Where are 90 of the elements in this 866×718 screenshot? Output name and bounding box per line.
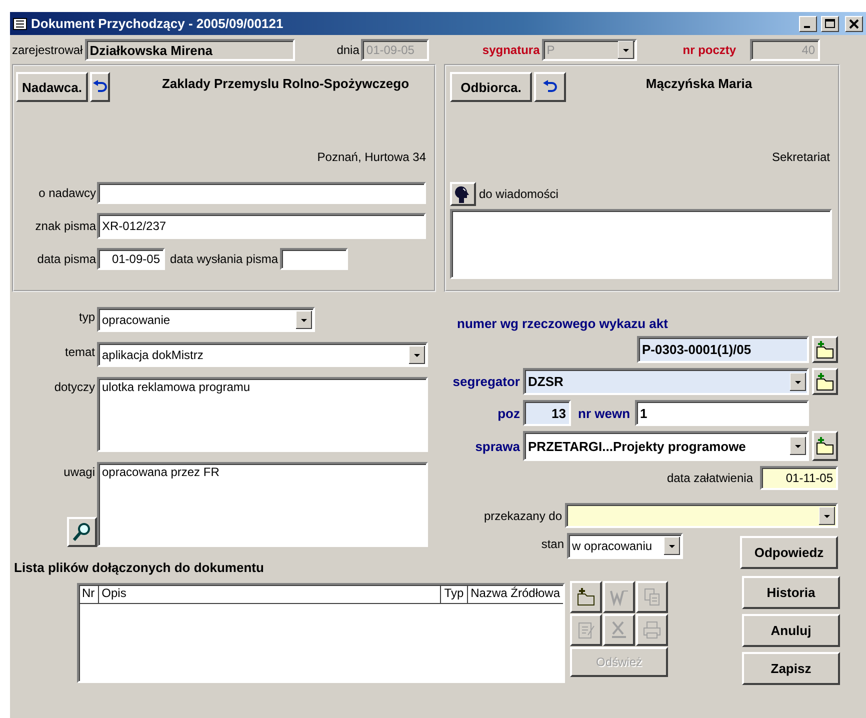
action-button[interactable]: Zapisz: [742, 652, 840, 685]
add-button[interactable]: [812, 336, 838, 363]
edit-document-icon: [576, 620, 596, 640]
field-label: data załatwienia: [666, 471, 753, 485]
dropdown-button[interactable]: [819, 506, 835, 524]
toolbar-button[interactable]: [570, 581, 602, 613]
column-header[interactable]: Nr: [79, 585, 99, 603]
folder-add-icon: [815, 340, 835, 360]
subject-field[interactable]: ulotka reklamowa programu: [97, 377, 428, 452]
sender-note-field[interactable]: [97, 182, 426, 204]
undo-arrow-icon: [92, 80, 108, 94]
printer-icon: [642, 620, 662, 640]
window-title: Dokument Przychodzący - 2005/09/00121: [31, 16, 284, 31]
field-label: znak pisma: [34, 219, 96, 233]
section-title: numer wg rzeczowego wykazu akt: [456, 316, 669, 331]
forwarded-to-dropdown[interactable]: [565, 503, 838, 528]
folder-add-icon: [815, 372, 835, 392]
field-label: sprawa: [474, 438, 520, 454]
field-label: do wiadomości: [479, 187, 558, 201]
field-label: stan: [540, 536, 564, 551]
form-icon: [13, 18, 27, 30]
reference-field[interactable]: XR-012/237: [97, 213, 426, 239]
sender-name: Zaklady Przemyslu Rolno-Spożywczego: [160, 75, 410, 91]
case-dropdown[interactable]: PRZETARGI...Projekty programowe: [523, 431, 809, 461]
recipient-button[interactable]: Odbiorca.: [450, 72, 532, 102]
column-header[interactable]: Typ: [441, 585, 468, 603]
notes-field[interactable]: opracowana przez FR: [97, 462, 428, 547]
combo-value: opracowanie: [102, 312, 170, 326]
field-label: poz: [496, 406, 520, 420]
add-button[interactable]: [812, 431, 838, 461]
undo-arrow-icon: [542, 80, 558, 94]
copy-icon: [642, 587, 662, 607]
type-dropdown[interactable]: opracowanie: [97, 307, 315, 332]
column-header[interactable]: Nazwa Źródłowa: [468, 585, 563, 603]
field-label: zarejestrował: [12, 43, 83, 57]
field-label: przekazany do: [482, 508, 562, 522]
combo-value: P: [546, 43, 555, 57]
field-label: dotyczy: [53, 379, 95, 394]
field-label: data wysłania pisma: [170, 252, 278, 266]
reply-button[interactable]: Odpowiedz: [740, 536, 838, 569]
dropdown-button[interactable]: [790, 372, 806, 390]
binder-dropdown[interactable]: DZSR: [523, 368, 809, 395]
registered-by-field[interactable]: Działkowska Mirena: [84, 39, 295, 61]
field-label: data pisma: [36, 252, 96, 266]
recipient-name: Mączyńska Maria: [644, 75, 754, 91]
contact-button[interactable]: [450, 182, 476, 206]
section-title: Lista plików dołączonych do dokumentu: [13, 560, 265, 575]
letter-date-field[interactable]: 01-09-05: [97, 248, 165, 270]
minimize-icon[interactable]: [799, 16, 817, 32]
combo-value: DZSR: [528, 374, 564, 389]
state-dropdown[interactable]: w opracowaniu: [567, 533, 683, 559]
dropdown-button[interactable]: [409, 346, 425, 364]
search-icon: [72, 522, 92, 542]
field-label: uwagi: [62, 464, 95, 479]
field-label: dnia: [336, 43, 360, 57]
close-icon[interactable]: [845, 16, 863, 32]
action-button[interactable]: Anuluj: [742, 614, 840, 647]
cc-field[interactable]: [450, 209, 832, 279]
position-field[interactable]: 13: [523, 400, 571, 426]
combo-value: w opracowaniu: [572, 539, 652, 553]
field-label: nr wewn: [578, 406, 630, 420]
search-button[interactable]: [67, 517, 97, 547]
internal-number-field[interactable]: 1: [635, 400, 809, 426]
undo-button[interactable]: [534, 72, 566, 102]
combo-value: aplikacja dokMistrz: [102, 348, 204, 362]
field-label: nr poczty: [682, 43, 736, 57]
folder-add-icon: [815, 436, 835, 456]
column-header[interactable]: Opis: [98, 585, 442, 603]
topic-dropdown[interactable]: aplikacja dokMistrz: [97, 342, 428, 367]
undo-button[interactable]: [90, 72, 110, 102]
field-label: typ: [78, 309, 95, 324]
dropdown-button[interactable]: [664, 537, 680, 555]
sent-date-field[interactable]: [280, 248, 348, 270]
add-button[interactable]: [812, 368, 838, 395]
recipient-department: Sekretariat: [770, 149, 830, 166]
combo-value: PRZETARGI...Projekty programowe: [528, 438, 746, 454]
dropdown-button[interactable]: [296, 310, 312, 328]
sender-address: Poznań, Hurtowa 34: [316, 149, 426, 166]
completion-date-field[interactable]: 01-11-05: [760, 466, 838, 490]
action-button[interactable]: Historia: [742, 576, 840, 609]
person-head-icon: [455, 184, 471, 204]
folder-add-icon: [576, 587, 596, 607]
registry-number-field[interactable]: P-0303-0001(1)/05: [637, 336, 809, 363]
field-label: sygnatura: [482, 43, 540, 57]
field-label: temat: [64, 344, 95, 359]
field-label: segregator: [452, 374, 520, 389]
field-label: o nadawcy: [38, 186, 96, 200]
maximize-icon[interactable]: [821, 16, 839, 32]
sender-button[interactable]: Nadawca.: [16, 72, 88, 102]
dropdown-button[interactable]: [790, 437, 806, 455]
